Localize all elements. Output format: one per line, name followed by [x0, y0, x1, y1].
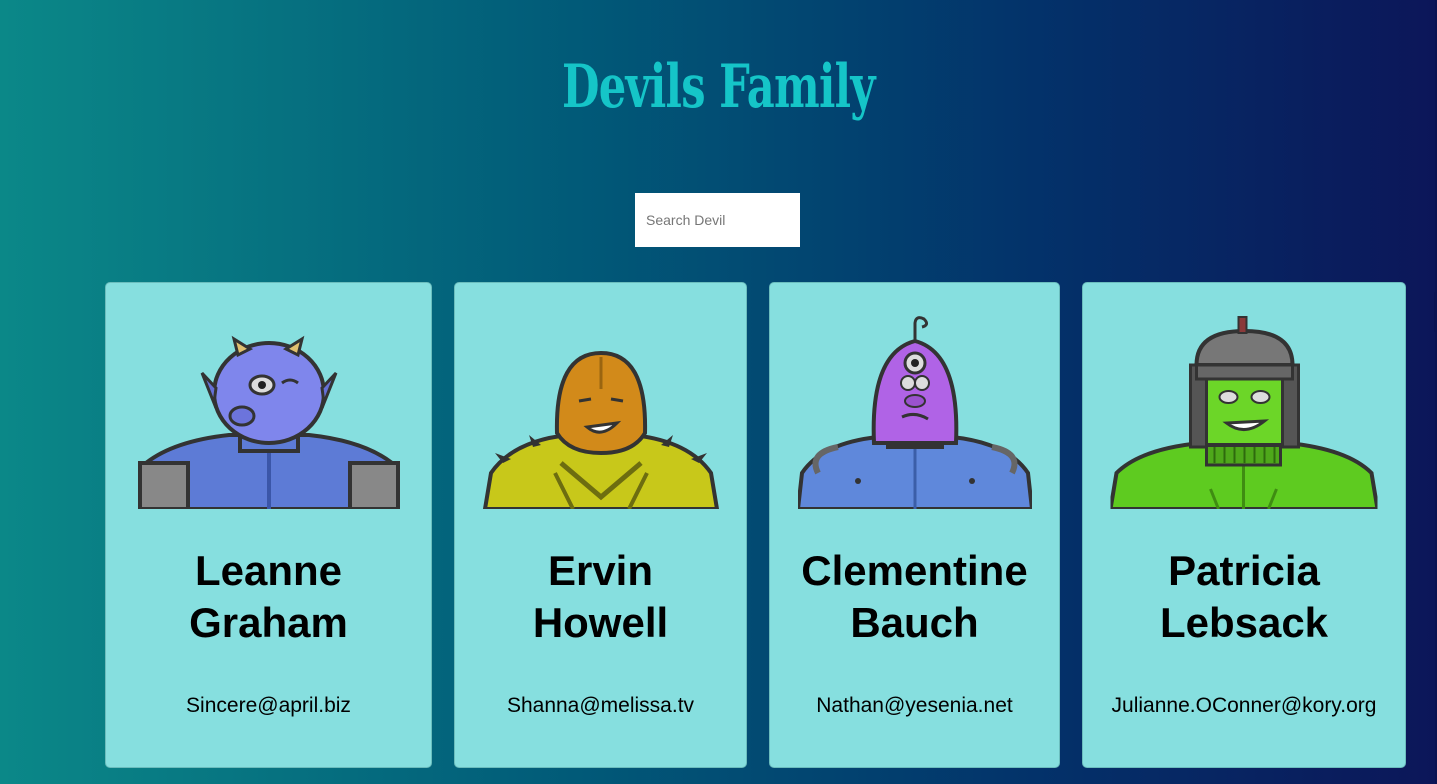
devil-name: Patricia Lebsack	[1083, 545, 1405, 649]
devil-first-name: Clementine	[801, 547, 1028, 594]
devil-first-name: Ervin	[547, 547, 654, 594]
devil-first-name: Patricia	[1168, 547, 1320, 594]
devil-card[interactable]: Clementine Bauch Nathan@yesenia.net	[769, 282, 1060, 768]
devil-card[interactable]: Leanne Graham Sincere@april.biz	[105, 282, 432, 768]
orange-spiky-monster-icon	[482, 313, 719, 509]
devil-name: Clementine Bauch	[770, 545, 1059, 649]
devil-email: Nathan@yesenia.net	[816, 694, 1013, 717]
devil-last-name: Howell	[532, 599, 669, 646]
blue-horned-monster-icon	[134, 313, 404, 509]
devil-card[interactable]: Ervin Howell Shanna@melissa.tv	[454, 282, 747, 768]
purple-cyclops-robot-icon	[797, 313, 1032, 509]
devil-last-name: Graham	[189, 599, 348, 646]
devil-name: Ervin Howell	[455, 545, 746, 649]
devil-email: Sincere@april.biz	[186, 694, 351, 717]
search-input[interactable]	[635, 193, 800, 247]
devil-email: Julianne.OConner@kory.org	[1111, 694, 1377, 717]
devil-last-name: Bauch	[850, 599, 979, 646]
devil-card[interactable]: Patricia Lebsack Julianne.OConner@kory.or…	[1082, 282, 1406, 768]
green-helmet-monster-icon	[1110, 313, 1378, 509]
devil-email: Shanna@melissa.tv	[506, 694, 695, 717]
devil-last-name: Lebsack	[1159, 599, 1329, 646]
devil-name: Leanne Graham	[106, 545, 431, 649]
devil-first-name: Leanne	[194, 547, 343, 594]
page-title: Devils Family	[561, 52, 876, 122]
